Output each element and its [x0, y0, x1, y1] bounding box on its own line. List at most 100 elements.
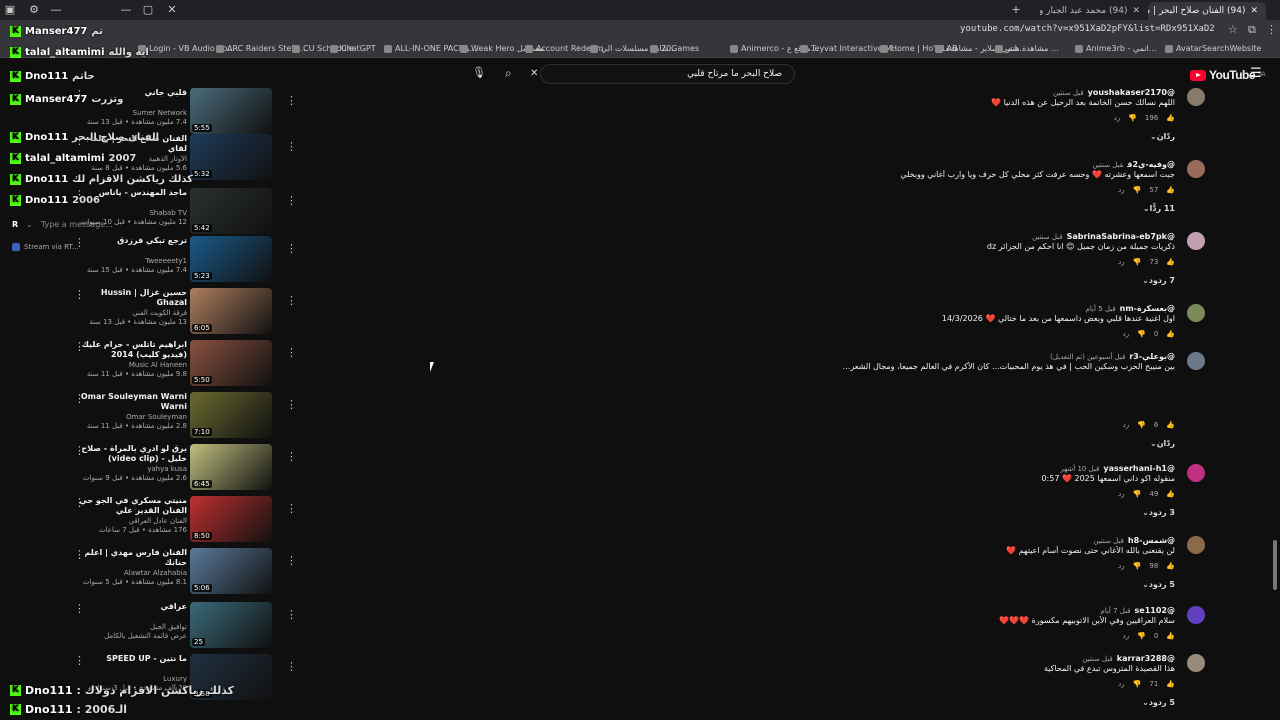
- like-icon[interactable]: 👍: [1166, 258, 1175, 266]
- reply-button[interactable]: رد: [1114, 114, 1121, 122]
- video-channel[interactable]: yahya kusa: [75, 465, 187, 473]
- close-icon[interactable]: ✕: [1250, 6, 1258, 16]
- more-actions-icon[interactable]: ⋮: [74, 236, 85, 249]
- view-replies-button[interactable]: 7 ردود⌄: [1142, 276, 1175, 285]
- more-actions-icon[interactable]: ⋮: [74, 392, 85, 405]
- video-title[interactable]: حسين غزال | Hussin Ghazal: [75, 288, 187, 308]
- view-replies-button[interactable]: ردّان⌄: [1150, 439, 1175, 448]
- video-title[interactable]: الفنان فارس مهدي | اعلم حنانك: [75, 548, 187, 568]
- video-thumbnail[interactable]: 5:23: [190, 236, 272, 282]
- reply-button[interactable]: رد: [1118, 186, 1125, 194]
- reply-button[interactable]: رد: [1123, 632, 1130, 640]
- minimize-icon[interactable]: —: [46, 2, 66, 18]
- tab-inactive[interactable]: ✕ (94) محمد عبد الجبار و علي بدر: [1040, 2, 1148, 20]
- comment-time[interactable]: قبل 5 أيام: [1086, 305, 1116, 313]
- microphone-icon[interactable]: 🎙: [472, 66, 486, 79]
- video-title[interactable]: برق لو ادري بالمراة - صلاح خليل - (video…: [75, 444, 187, 464]
- video-item[interactable]: 6:45 برق لو ادري بالمراة - صلاح خليل - (v…: [60, 444, 297, 494]
- chat-username[interactable]: Dno111: [25, 684, 72, 697]
- view-replies-button[interactable]: 3 ردود⌄: [1142, 508, 1175, 517]
- video-title[interactable]: منيتي مسكري في الجو حي الفنان القدير علي: [75, 496, 187, 516]
- video-item[interactable]: 5:06 الفنان فارس مهدي | اعلم حنانك Alawtar…: [60, 548, 297, 598]
- dislike-icon[interactable]: 👎: [1128, 114, 1137, 122]
- comment-author[interactable]: @بعسكرة-nm: [1120, 304, 1175, 313]
- video-channel[interactable]: Sumer Network: [75, 109, 187, 117]
- dislike-icon[interactable]: 👎: [1137, 330, 1146, 338]
- reply-button[interactable]: رد: [1118, 680, 1125, 688]
- video-channel[interactable]: فرقة الكويت الفني: [75, 309, 187, 317]
- avatar[interactable]: [1187, 304, 1205, 322]
- comment-author[interactable]: @yasserhani-h1: [1103, 464, 1175, 473]
- more-actions-icon[interactable]: ⋮: [286, 242, 297, 255]
- comment-time[interactable]: قبل سنتين: [1053, 89, 1084, 97]
- view-replies-button[interactable]: 11 ردًّا⌄: [1143, 204, 1175, 213]
- window-menu-icon[interactable]: ▣: [0, 2, 20, 18]
- video-item[interactable]: 6:05 حسين غزال | Hussin Ghazal فرقة الكويت…: [60, 288, 297, 338]
- more-actions-icon[interactable]: ⋮: [74, 602, 85, 615]
- dislike-icon[interactable]: 👎: [1133, 680, 1142, 688]
- video-thumbnail[interactable]: 25: [190, 602, 272, 648]
- chat-username[interactable]: talal_altamimi: [25, 153, 105, 164]
- close-window-icon[interactable]: ✕: [162, 2, 182, 18]
- video-channel[interactable]: توافيق الجبل: [75, 623, 187, 631]
- video-thumbnail[interactable]: 5:32: [190, 134, 272, 180]
- comment-author[interactable]: @karrar3288: [1117, 654, 1175, 663]
- like-icon[interactable]: 👍: [1166, 490, 1175, 498]
- dislike-icon[interactable]: 👎: [1133, 490, 1142, 498]
- clear-search-icon[interactable]: ✕: [530, 68, 538, 79]
- avatar[interactable]: [1187, 606, 1205, 624]
- bookmark-item[interactable]: Anime3rb - انمي...: [1075, 44, 1156, 53]
- video-item[interactable]: 7:10 Omar Souleyman Warni Warni Omar Soule…: [60, 392, 297, 442]
- video-title[interactable]: ترجع تبكي فرزدق: [75, 236, 187, 246]
- video-channel[interactable]: Omar Souleyman: [75, 413, 187, 421]
- view-replies-button[interactable]: 5 ردود⌄: [1142, 698, 1175, 707]
- page-scrollbar[interactable]: [1273, 540, 1277, 590]
- more-actions-icon[interactable]: ⋮: [286, 554, 297, 567]
- like-icon[interactable]: 👍: [1166, 562, 1175, 570]
- chat-username[interactable]: Manser477: [25, 26, 87, 37]
- comment-author[interactable]: @se1102: [1135, 606, 1175, 615]
- bookmark-item[interactable]: ChatGPT: [330, 44, 376, 53]
- more-actions-icon[interactable]: ⋮: [286, 194, 297, 207]
- like-icon[interactable]: 👍: [1166, 421, 1175, 429]
- video-title[interactable]: ابراهيم تاتلس - حرام عليك (فيديو كليب) 2…: [75, 340, 187, 360]
- comment-time[interactable]: قبل سنتين: [1093, 537, 1124, 545]
- comment-author[interactable]: @SabrinaSabrina-eb7pk: [1067, 232, 1175, 241]
- avatar[interactable]: [1187, 160, 1205, 178]
- video-title[interactable]: عراقي: [75, 602, 187, 612]
- video-thumbnail[interactable]: 5:42: [190, 188, 272, 234]
- reply-button[interactable]: رد: [1118, 490, 1125, 498]
- avatar[interactable]: [1187, 352, 1205, 370]
- video-item[interactable]: 5:23 ترجع تبكي فرزدق Tweeeeety1 7.4 مليون م…: [60, 236, 297, 286]
- window-settings-icon[interactable]: ⚙: [24, 2, 44, 18]
- bookmark-item[interactable]: AvatarSearchWebsite: [1165, 44, 1261, 53]
- avatar[interactable]: [1187, 536, 1205, 554]
- guide-menu-icon[interactable]: ☰: [1250, 66, 1262, 81]
- more-actions-icon[interactable]: ⋮: [74, 444, 85, 457]
- view-replies-button[interactable]: ردّان⌄: [1150, 132, 1175, 141]
- video-thumbnail[interactable]: 6:05: [190, 288, 272, 334]
- video-thumbnail[interactable]: 5:50: [190, 340, 272, 386]
- minimize-window-icon[interactable]: —: [116, 2, 136, 18]
- chat-username[interactable]: Dno111: [25, 132, 68, 143]
- reply-button[interactable]: رد: [1123, 421, 1130, 429]
- chat-username[interactable]: Dno111: [25, 195, 68, 206]
- chat-username[interactable]: Dno111: [25, 703, 72, 716]
- maximize-icon[interactable]: ▢: [138, 2, 158, 18]
- view-replies-button[interactable]: 5 ردود⌄: [1142, 580, 1175, 589]
- comment-author[interactable]: @بوعلي-r3: [1129, 352, 1175, 361]
- comment-time[interactable]: قبل سنتين: [1032, 233, 1063, 241]
- more-actions-icon[interactable]: ⋮: [74, 288, 85, 301]
- browser-menu-icon[interactable]: ⋮: [1266, 23, 1277, 36]
- video-thumbnail[interactable]: 5:06: [190, 548, 272, 594]
- dislike-icon[interactable]: 👎: [1133, 186, 1142, 194]
- avatar[interactable]: [1187, 464, 1205, 482]
- like-icon[interactable]: 👍: [1166, 680, 1175, 688]
- comment-time[interactable]: قبل أسبوعين (تم التعديل): [1050, 353, 1125, 361]
- more-actions-icon[interactable]: ⋮: [286, 94, 297, 107]
- bookmark-item[interactable]: مشاهدة هنتر ...: [995, 44, 1059, 53]
- video-channel[interactable]: Music Al Haneen: [75, 361, 187, 369]
- bookmark-item[interactable]: 70Games: [650, 44, 699, 53]
- chat-username[interactable]: Manser477: [25, 94, 87, 105]
- video-channel[interactable]: Alawtar Alzahabia: [75, 569, 187, 577]
